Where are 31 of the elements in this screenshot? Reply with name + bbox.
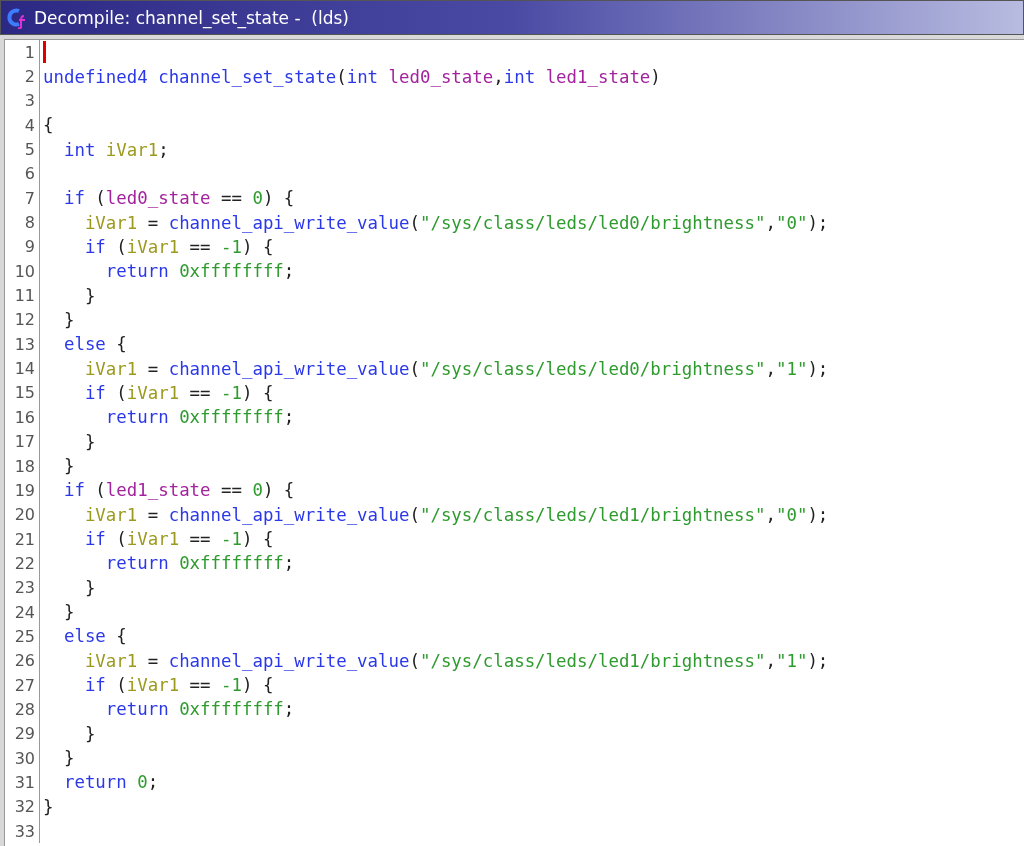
code-line: iVar1 = channel_api_write_value("/sys/class/leds/led0/brightness","0"); bbox=[83, 212, 829, 233]
code-line: int iVar1; bbox=[62, 139, 169, 160]
code-line: } bbox=[83, 285, 96, 306]
code-line: if (iVar1 == -1) { bbox=[83, 236, 274, 257]
code-line: if (led0_state == 0) { bbox=[62, 188, 295, 209]
code-line: } bbox=[83, 723, 96, 744]
code-line: else { bbox=[62, 334, 127, 355]
code-line: return 0xffffffff; bbox=[104, 407, 295, 428]
code-line: } bbox=[62, 456, 75, 476]
decompile-icon bbox=[6, 6, 28, 29]
code-line: iVar1 = channel_api_write_value("/sys/class/leds/led0/brightness","1"); bbox=[83, 358, 829, 379]
code-line: } bbox=[62, 748, 75, 769]
code-line: if (iVar1 == -1) { bbox=[83, 675, 274, 696]
code-line: if (iVar1 == -1) { bbox=[83, 383, 274, 403]
code-line: return 0xffffffff; bbox=[104, 699, 295, 720]
code-line: { bbox=[43, 115, 54, 136]
code-line: return 0xffffffff; bbox=[104, 553, 295, 574]
code-line: return 0xffffffff; bbox=[104, 261, 295, 282]
code-line: iVar1 = channel_api_write_value("/sys/class/leds/led1/brightness","1"); bbox=[83, 650, 829, 671]
window-title: Decompile: channel_set_state - (lds) bbox=[34, 7, 349, 28]
code-line: return 0; bbox=[62, 772, 159, 793]
code-line: } bbox=[62, 602, 75, 623]
code-line: if (iVar1 == -1) { bbox=[83, 529, 274, 550]
code-line: } bbox=[83, 577, 96, 598]
code-line: } bbox=[62, 309, 75, 330]
code-line: } bbox=[43, 796, 54, 817]
code-line: iVar1 = channel_api_write_value("/sys/class/leds/led1/brightness","0"); bbox=[83, 504, 829, 525]
code-line: undefined4 channel_set_state(int led0_state,int led1_state) bbox=[43, 66, 661, 87]
code-line: } bbox=[83, 431, 96, 452]
code-line: if (led1_state == 0) { bbox=[62, 480, 295, 501]
code-line: else { bbox=[62, 626, 127, 647]
